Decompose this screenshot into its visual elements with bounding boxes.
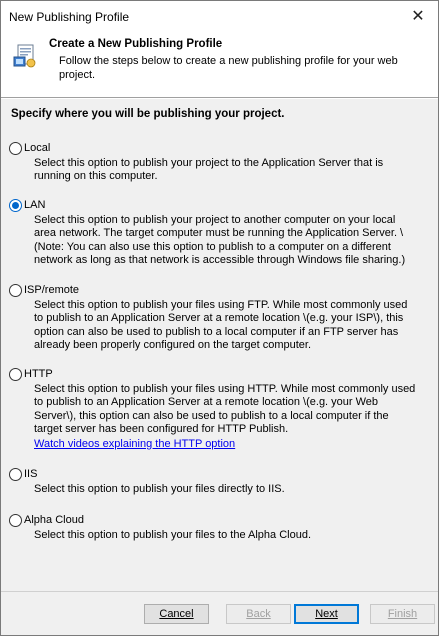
finish-button[interactable]: Finish (370, 604, 435, 624)
instruction-text: Specify where you will be publishing you… (11, 108, 285, 120)
lan-description: Select this option to publish your proje… (34, 214, 406, 267)
finish-button-label: Finish (387, 608, 418, 620)
wizard-header: Create a New Publishing Profile Follow t… (1, 31, 438, 97)
isp-radio-row[interactable]: ISP/remote (9, 282, 419, 298)
iis-description: Select this option to publish your files… (34, 483, 285, 495)
lan-radio-row[interactable]: LAN (9, 197, 419, 213)
header-title: Create a New Publishing Profile (49, 38, 223, 50)
option-http: HTTP Select this option to publish your … (9, 366, 419, 450)
alpha-cloud-label[interactable]: Alpha Cloud (24, 514, 84, 526)
isp-description: Select this option to publish your files… (34, 299, 408, 352)
isp-radio[interactable] (9, 283, 22, 297)
iis-radio[interactable] (9, 467, 22, 481)
close-icon: ✕ (411, 8, 425, 25)
footer-divider (1, 591, 438, 592)
local-radio[interactable] (9, 141, 22, 155)
lan-label[interactable]: LAN (24, 199, 45, 211)
lan-radio[interactable] (9, 198, 22, 212)
option-local: Local Select this option to publish your… (9, 140, 419, 184)
local-radio-row[interactable]: Local (9, 140, 419, 156)
option-lan: LAN Select this option to publish your p… (9, 197, 419, 268)
back-button[interactable]: Back (226, 604, 291, 624)
alpha-cloud-radio-row[interactable]: Alpha Cloud (9, 512, 419, 528)
http-videos-link[interactable]: Watch videos explaining the HTTP option (34, 438, 235, 450)
window-title: New Publishing Profile (9, 10, 130, 24)
alpha-cloud-radio[interactable] (9, 513, 22, 527)
cancel-button-label: Cancel (159, 608, 194, 620)
option-alpha-cloud: Alpha Cloud Select this option to publis… (9, 512, 419, 542)
local-label[interactable]: Local (24, 142, 50, 154)
close-button[interactable]: ✕ (398, 1, 438, 31)
back-button-label: Back (246, 608, 271, 620)
isp-label[interactable]: ISP/remote (24, 284, 79, 296)
title-bar: New Publishing Profile ✕ (1, 1, 438, 31)
next-button-label: Next (315, 608, 338, 620)
option-iis: IIS Select this option to publish your f… (9, 466, 419, 496)
header-subtitle: Follow the steps below to create a new p… (59, 55, 398, 81)
local-description: Select this option to publish your proje… (34, 157, 384, 183)
next-button[interactable]: Next (294, 604, 359, 624)
publishing-profile-icon (13, 44, 36, 68)
alpha-cloud-description: Select this option to publish your files… (34, 529, 312, 541)
cancel-button[interactable]: Cancel (144, 604, 209, 624)
header-divider-highlight (1, 98, 438, 99)
http-radio[interactable] (9, 367, 22, 381)
dialog-window: New Publishing Profile ✕ Create a New Pu… (0, 0, 439, 636)
iis-radio-row[interactable]: IIS (9, 466, 419, 482)
http-description: Select this option to publish your files… (34, 383, 416, 436)
option-isp-remote: ISP/remote Select this option to publish… (9, 282, 419, 353)
http-label[interactable]: HTTP (24, 368, 53, 380)
http-radio-row[interactable]: HTTP (9, 366, 419, 382)
iis-label[interactable]: IIS (24, 468, 37, 480)
